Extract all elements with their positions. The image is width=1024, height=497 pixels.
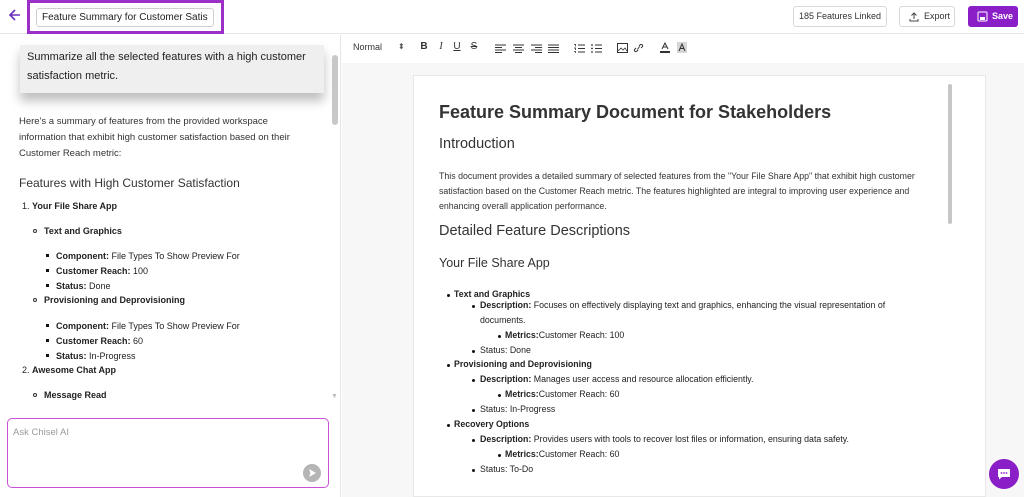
list-bullet-icon: [472, 350, 475, 353]
list-bullet-icon: [46, 324, 49, 327]
list-bullet-icon: [447, 364, 450, 367]
list-bullet-icon: [447, 424, 450, 427]
upload-icon: [909, 12, 919, 22]
ask-ai-box[interactable]: [7, 418, 329, 488]
list-item-reach: Customer Reach: 100: [56, 266, 149, 276]
align-left-icon[interactable]: [495, 44, 506, 53]
link-icon[interactable]: [633, 43, 644, 53]
list-item-status: Status: Done: [56, 281, 111, 291]
doc-feature-name: Text and Graphics: [454, 289, 531, 299]
list-bullet-icon: [33, 229, 37, 233]
italic-button[interactable]: I: [435, 41, 447, 52]
list-item-app: 2. Awesome Chat App: [22, 365, 117, 375]
save-icon: [977, 11, 988, 22]
list-bullet-icon: [46, 284, 49, 287]
doc-feature-name: Recovery Options: [454, 419, 530, 429]
image-icon[interactable]: [617, 43, 628, 53]
list-bullet-icon: [498, 454, 501, 457]
doc-feature-status: Status: To-Do: [480, 464, 534, 474]
list-bullet-icon: [33, 393, 37, 397]
underline-button[interactable]: U: [451, 41, 463, 52]
send-icon[interactable]: [303, 464, 321, 482]
scroll-down-arrow-icon[interactable]: ▼: [331, 393, 338, 400]
list-bullet-icon: [447, 294, 450, 297]
save-button[interactable]: Save: [968, 6, 1018, 27]
list-item-feature: Provisioning and Deprovisioning: [44, 295, 186, 305]
doc-feature-status: Status: In-Progress: [480, 404, 556, 414]
intro-heading: Introduction: [439, 136, 515, 152]
bullet-list-icon[interactable]: [591, 44, 602, 53]
list-item-status: Status: In-Progress: [56, 351, 136, 361]
list-bullet-icon: [46, 339, 49, 342]
doc-feature-metrics: Metrics:Customer Reach: 60: [505, 389, 620, 399]
user-prompt-bubble: Summarize all the selected features with…: [20, 45, 324, 93]
document-title-input[interactable]: [36, 8, 214, 27]
format-select[interactable]: Normal: [353, 42, 382, 52]
doc-feature-description: Description: Manages user access and res…: [480, 374, 754, 384]
strikethrough-button[interactable]: S: [468, 41, 480, 52]
list-bullet-icon: [498, 394, 501, 397]
ai-response-heading: Features with High Customer Satisfaction: [19, 176, 240, 190]
doc-feature-description: Description: Focuses on effectively disp…: [480, 300, 886, 310]
editor-canvas: Feature Summary Document for Stakeholder…: [342, 63, 1024, 497]
format-select-caret-icon[interactable]: ⬍: [398, 42, 405, 51]
list-item-reach: Customer Reach: 60: [56, 336, 144, 346]
align-justify-icon[interactable]: [548, 44, 559, 53]
features-linked-badge[interactable]: 185 Features Linked: [793, 6, 887, 27]
document-page[interactable]: Feature Summary Document for Stakeholder…: [413, 75, 986, 497]
align-center-icon[interactable]: [513, 44, 524, 53]
list-bullet-icon: [472, 439, 475, 442]
export-label: Export: [924, 11, 951, 21]
list-bullet-icon: [46, 269, 49, 272]
list-item-feature: Text and Graphics: [44, 226, 122, 236]
chat-panel: Summarize all the selected features with…: [0, 35, 341, 497]
save-label: Save: [992, 11, 1014, 21]
list-bullet-icon: [472, 409, 475, 412]
list-bullet-icon: [498, 335, 501, 338]
doc-feature-name: Provisioning and Deprovisioning: [454, 359, 592, 369]
doc-feature-description-cont: documents.: [480, 315, 526, 325]
list-bullet-icon: [472, 305, 475, 308]
doc-feature-metrics: Metrics:Customer Reach: 100: [505, 330, 625, 340]
ai-response-intro: Here's a summary of features from the pr…: [19, 116, 290, 159]
list-item-component: Component: File Types To Show Preview Fo…: [56, 321, 240, 331]
details-heading: Detailed Feature Descriptions: [439, 223, 631, 239]
list-item-app: 1. Your File Share App: [22, 201, 118, 211]
document-title-highlight: [27, 0, 224, 34]
text-color-icon[interactable]: [660, 42, 670, 53]
chat-scrollbar[interactable]: [332, 55, 338, 125]
align-right-icon[interactable]: [531, 44, 542, 53]
app-heading: Your File Share App: [439, 256, 550, 270]
chat-launcher-button[interactable]: [989, 459, 1019, 489]
document-scrollbar[interactable]: [948, 84, 952, 224]
intro-paragraph: This document provides a detailed summar…: [439, 171, 915, 211]
doc-feature-status: Status: Done: [480, 345, 531, 355]
list-bullet-icon: [33, 298, 37, 302]
document-title: Feature Summary Document for Stakeholder…: [439, 102, 832, 122]
export-button[interactable]: Export: [899, 6, 955, 27]
list-bullet-icon: [472, 379, 475, 382]
list-bullet-icon: [472, 469, 475, 472]
doc-feature-description: Description: Provides users with tools t…: [480, 434, 849, 444]
ordered-list-icon[interactable]: [574, 44, 585, 53]
chat-bubble-icon: [998, 469, 1010, 480]
editor-toolbar: Normal ⬍ B I U S: [342, 35, 1024, 63]
list-item-feature: Message Read: [44, 390, 107, 400]
arrow-left-icon[interactable]: [8, 8, 24, 24]
list-bullet-icon: [46, 254, 49, 257]
ask-ai-input[interactable]: [13, 424, 313, 440]
doc-feature-metrics: Metrics:Customer Reach: 60: [505, 449, 620, 459]
list-item-component: Component: File Types To Show Preview Fo…: [56, 251, 240, 261]
bold-button[interactable]: B: [418, 41, 430, 52]
top-bar: 185 Features Linked Export Save: [0, 0, 1024, 34]
highlight-color-icon[interactable]: [677, 42, 687, 53]
list-bullet-icon: [46, 354, 49, 357]
